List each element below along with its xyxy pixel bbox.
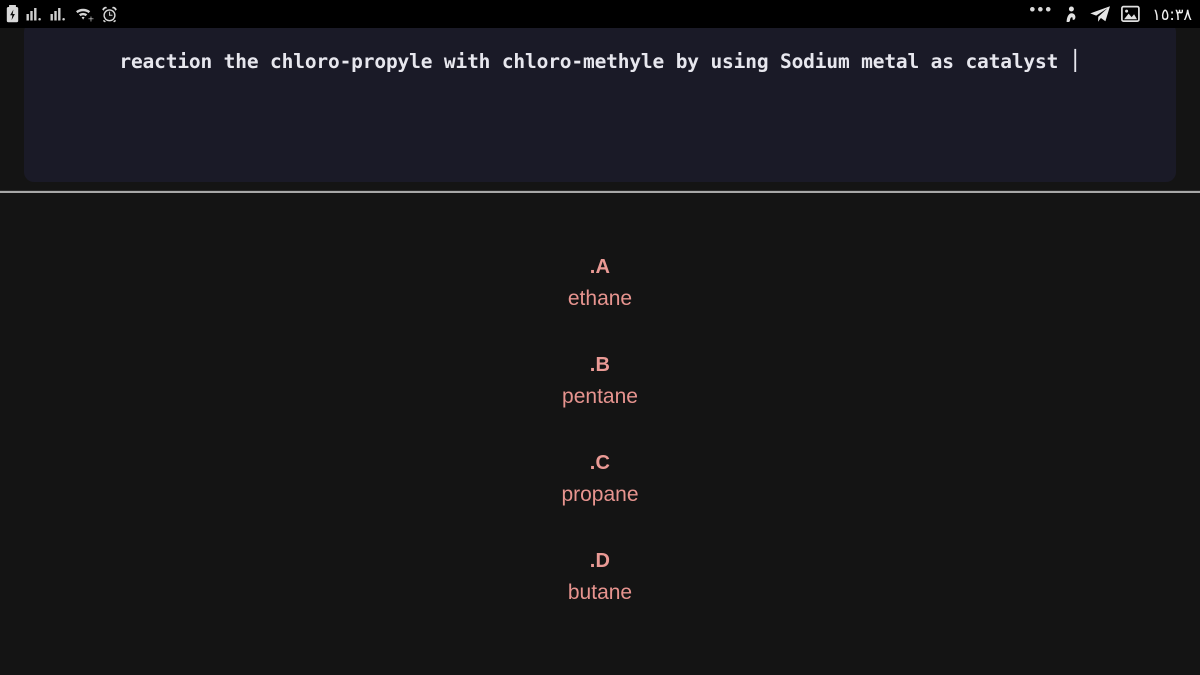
answer-option-c-label: .C [589, 452, 611, 474]
answer-option-b-text: pentane [562, 385, 638, 408]
answer-option-d-text: butane [567, 581, 633, 604]
answer-option-d[interactable]: .D butane [0, 548, 1200, 608]
question-card: ...... ...... reaction the chloro-propyl… [24, 22, 1176, 182]
answer-option-a[interactable]: .A ethane [0, 254, 1200, 314]
question-text: reaction the chloro-propyle with chloro-… [119, 50, 1081, 73]
answer-option-b[interactable]: .B pentane [0, 352, 1200, 412]
signal-bars-sim2-icon [50, 6, 67, 23]
gallery-image-icon[interactable] [1121, 5, 1140, 23]
answer-option-d-label: .D [589, 550, 611, 572]
app-notification-icon[interactable] [1063, 5, 1079, 23]
status-bar-left-icons: + [6, 5, 118, 23]
status-bar-clock: ١٥:٣٨ [1152, 4, 1192, 24]
svg-text:+: + [88, 14, 94, 23]
alarm-clock-icon [101, 6, 118, 23]
answer-option-a-text: ethane [567, 287, 633, 310]
status-bar-right-icons: ••• ١٥:٣٨ [1029, 0, 1192, 24]
telegram-icon[interactable] [1089, 5, 1111, 23]
status-bar: + ••• ١٥:٣٨ [0, 0, 1200, 28]
answer-options-list: .A ethane .B pentane .C propane .D butan… [0, 194, 1200, 675]
signal-bars-sim1-icon [26, 6, 43, 23]
answer-option-c[interactable]: .C propane [0, 450, 1200, 510]
answer-option-c-text: propane [561, 483, 639, 506]
answer-option-b-label: .B [589, 354, 611, 376]
section-divider [0, 190, 1200, 193]
battery-charging-icon [6, 5, 19, 23]
wifi-icon: + [74, 6, 94, 23]
answer-option-a-label: .A [589, 256, 611, 278]
overflow-dots-icon: ••• [1029, 0, 1054, 19]
